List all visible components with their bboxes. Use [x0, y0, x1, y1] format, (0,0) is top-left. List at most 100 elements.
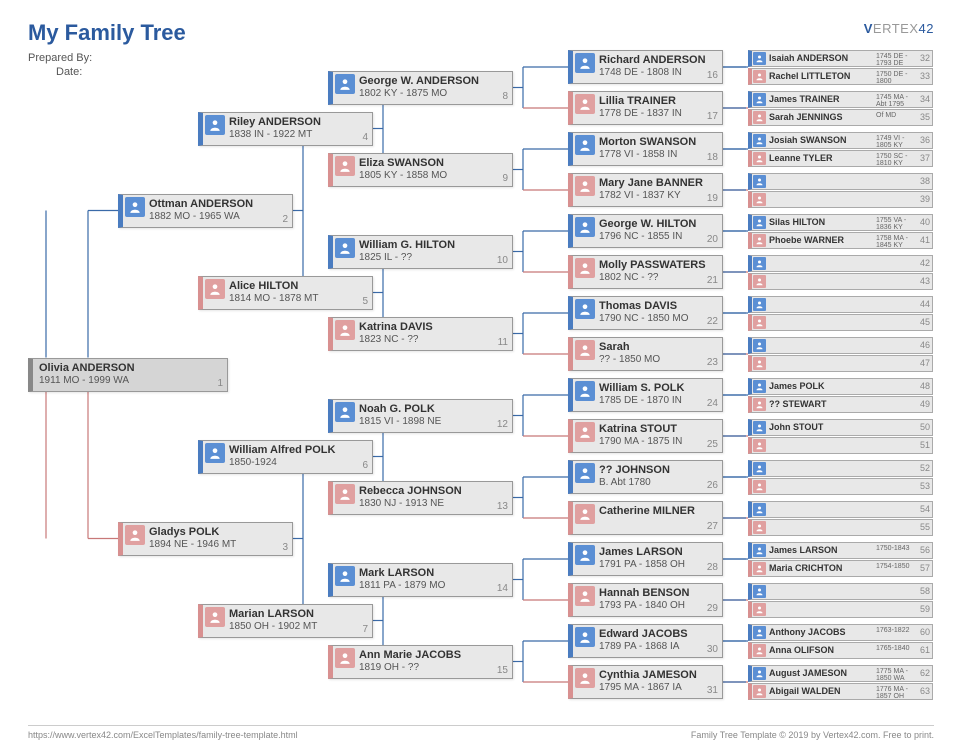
person-dates: 1811 PA - 1879 MO — [333, 580, 512, 594]
person-icon — [753, 398, 766, 411]
person-number: 33 — [914, 71, 930, 81]
person-name: George W. ANDERSON — [333, 72, 512, 88]
person-icon — [753, 134, 766, 147]
person-number: 62 — [914, 668, 930, 678]
person-name: William S. POLK — [573, 379, 722, 395]
person-number: 37 — [914, 153, 930, 163]
person-61: Anna OLIFSON1765-184061 — [748, 642, 933, 659]
person-name: Mary Jane BANNER — [573, 174, 722, 190]
person-dates: 1791 PA - 1858 OH — [573, 559, 722, 573]
person-name: Rebecca JOHNSON — [333, 482, 512, 498]
person-27: Catherine MILNER27 — [568, 501, 723, 535]
person-icon — [335, 648, 355, 668]
person-name — [752, 274, 932, 276]
person-54: 54 — [748, 501, 933, 518]
person-name — [752, 438, 932, 440]
person-name: Cynthia JAMESON — [573, 666, 722, 682]
person-number: 30 — [707, 644, 718, 655]
person-dates: 1793 PA - 1840 OH — [573, 600, 722, 614]
person-dates: 1819 OH - ?? — [333, 662, 512, 676]
person-icon — [753, 93, 766, 106]
person-number: 41 — [914, 235, 930, 245]
person-name: Riley ANDERSON — [203, 113, 372, 129]
person-name — [752, 520, 932, 522]
person-dates: 1754-1850 — [876, 563, 910, 570]
person-dates: Of MD — [876, 112, 910, 119]
person-name — [752, 602, 932, 604]
person-number: 18 — [707, 152, 718, 163]
person-dates: 1785 DE - 1870 IN — [573, 395, 722, 409]
person-icon — [753, 503, 766, 516]
person-1: Olivia ANDERSON1911 MO - 1999 WA1 — [28, 358, 228, 392]
person-name: Lillia TRAINER — [573, 92, 722, 108]
person-dates: 1815 VI - 1898 NE — [333, 416, 512, 430]
person-13: Rebecca JOHNSON1830 NJ - 1913 NE13 — [328, 481, 513, 515]
person-name — [752, 479, 932, 481]
vertex42-logo: VERTEX42 — [864, 20, 934, 38]
person-50: John STOUT50 — [748, 419, 933, 436]
person-icon — [575, 176, 595, 196]
person-dates: 1805 KY - 1858 MO — [333, 170, 512, 184]
person-number: 58 — [914, 586, 930, 596]
person-name — [752, 315, 932, 317]
person-8: George W. ANDERSON1802 KY - 1875 MO8 — [328, 71, 513, 105]
person-icon — [753, 216, 766, 229]
person-icon — [575, 422, 595, 442]
person-38: 38 — [748, 173, 933, 190]
person-58: 58 — [748, 583, 933, 600]
person-number: 20 — [707, 234, 718, 245]
person-icon — [335, 402, 355, 422]
person-35: Sarah JENNINGSOf MD35 — [748, 109, 933, 126]
person-number: 21 — [707, 275, 718, 286]
person-60: Anthony JACOBS1763-182260 — [748, 624, 933, 641]
person-number: 32 — [914, 53, 930, 63]
person-62: August JAMESON1775 MA - 1850 WA62 — [748, 665, 933, 682]
person-icon — [753, 52, 766, 65]
person-name — [752, 192, 932, 194]
person-6: William Alfred POLK1850-19246 — [198, 440, 373, 474]
person-icon — [753, 644, 766, 657]
person-icon — [753, 544, 766, 557]
person-dates: 1765-1840 — [876, 645, 910, 652]
person-icon — [753, 298, 766, 311]
person-dates: 1830 NJ - 1913 NE — [333, 498, 512, 512]
person-number: 24 — [707, 398, 718, 409]
person-dates: 1823 NC - ?? — [333, 334, 512, 348]
person-dates: 1778 VI - 1858 IN — [573, 149, 722, 163]
person-name: William Alfred POLK — [203, 441, 372, 457]
person-icon — [575, 217, 595, 237]
person-name — [752, 356, 932, 358]
person-53: 53 — [748, 478, 933, 495]
footer-url: https://www.vertex42.com/ExcelTemplates/… — [28, 730, 298, 740]
person-39: 39 — [748, 191, 933, 208]
person-number: 6 — [362, 460, 368, 471]
person-name: Katrina STOUT — [573, 420, 722, 436]
person-number: 35 — [914, 112, 930, 122]
person-dates: 1796 NC - 1855 IN — [573, 231, 722, 245]
person-number: 50 — [914, 422, 930, 432]
person-icon — [753, 626, 766, 639]
person-icon — [205, 279, 225, 299]
person-number: 27 — [707, 521, 718, 532]
person-number: 5 — [362, 296, 368, 307]
person-icon — [753, 480, 766, 493]
person-name: Ann Marie JACOBS — [333, 646, 512, 662]
person-name: Sarah — [573, 338, 722, 354]
person-number: 34 — [914, 94, 930, 104]
person-icon — [575, 258, 595, 278]
person-number: 52 — [914, 463, 930, 473]
person-name: ?? STEWART — [752, 397, 932, 409]
person-name: Noah G. POLK — [333, 400, 512, 416]
person-number: 9 — [502, 173, 508, 184]
person-number: 12 — [497, 419, 508, 430]
person-name: Richard ANDERSON — [573, 51, 722, 67]
person-11: Katrina DAVIS1823 NC - ??11 — [328, 317, 513, 351]
person-number: 48 — [914, 381, 930, 391]
person-number: 28 — [707, 562, 718, 573]
person-37: Leanne TYLER1750 SC - 1810 KY37 — [748, 150, 933, 167]
person-36: Josiah SWANSON1749 VI - 1805 KY36 — [748, 132, 933, 149]
person-name: Morton SWANSON — [573, 133, 722, 149]
person-dates: 1749 VI - 1805 KY — [876, 135, 910, 149]
person-name: Marian LARSON — [203, 605, 372, 621]
person-2: Ottman ANDERSON1882 MO - 1965 WA2 — [118, 194, 293, 228]
